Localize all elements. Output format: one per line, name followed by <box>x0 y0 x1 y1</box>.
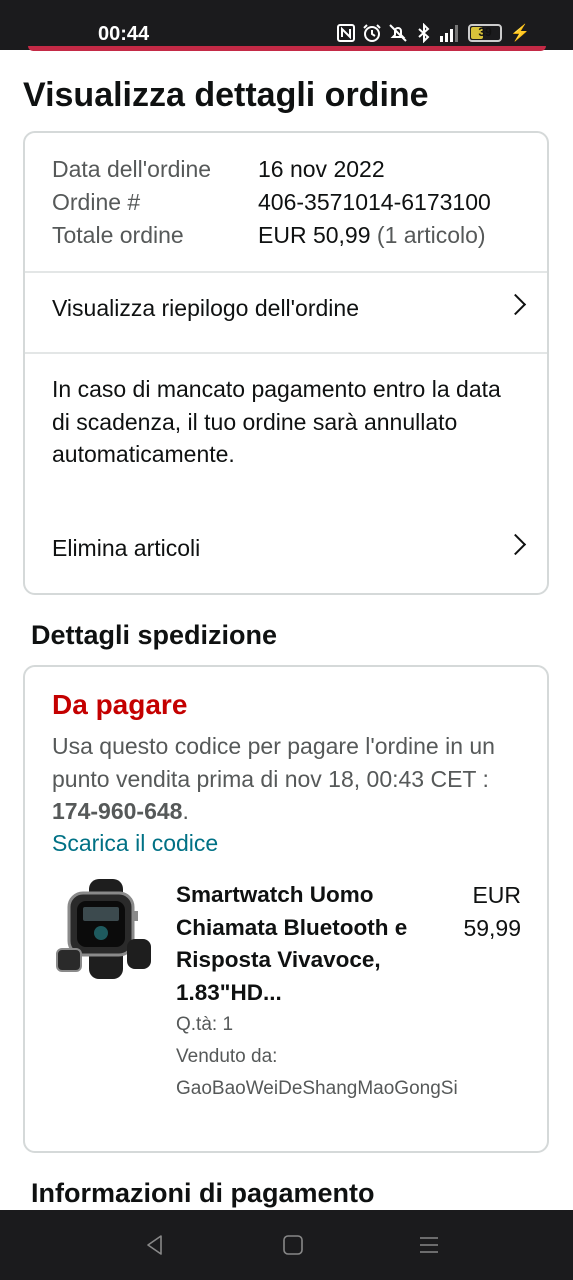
status-icons: 39 ⚡ <box>336 22 530 44</box>
order-total-row: Totale ordine EUR 50,99 (1 articolo) <box>52 219 491 252</box>
order-total-label: Totale ordine <box>52 222 184 248</box>
cancellation-notice: In caso di mancato pagamento entro la da… <box>52 376 501 467</box>
product-seller: GaoBaoWeiDeShangMaoGongSi <box>176 1078 458 1099</box>
page-title: Visualizza dettagli ordine <box>23 76 429 114</box>
chevron-right-icon <box>504 533 527 556</box>
nfc-icon <box>337 24 355 42</box>
chevron-right-icon <box>504 293 527 316</box>
battery-percent: 39 <box>478 25 492 39</box>
product-price: EUR 59,99 <box>463 879 521 944</box>
order-summary-label: Visualizza riepilogo dell'ordine <box>52 295 359 321</box>
system-navigation-bar <box>0 1210 573 1280</box>
product-price-currency: EUR <box>472 882 521 908</box>
alarm-icon <box>363 24 381 42</box>
status-time: 00:44 <box>98 23 150 45</box>
shipping-card: Da pagare Usa questo codice per pagare l… <box>23 665 549 1153</box>
order-total-amount: EUR 50,99 <box>258 222 371 248</box>
status-bar: 00:44 39 ⚡ <box>0 0 573 50</box>
order-number-value: 406-3571014-6173100 <box>258 189 491 215</box>
delete-items-link[interactable]: Elimina articoli <box>25 513 547 583</box>
product-sold-by-label: Venduto da: <box>176 1046 278 1067</box>
order-number-label: Ordine # <box>52 189 141 215</box>
product-quantity: Q.tà: 1 <box>176 1014 234 1035</box>
order-info: Data dell'ordine 16 nov 2022 Ordine # 40… <box>52 153 491 252</box>
payment-instructions-text: Usa questo codice per pagare l'ordine in… <box>52 733 495 792</box>
order-total-items: (1 articolo) <box>376 222 486 248</box>
product-price-value: 59,99 <box>463 914 521 941</box>
payment-code: 174-960-648 <box>52 798 183 824</box>
order-details-card: Data dell'ordine 16 nov 2022 Ordine # 40… <box>23 131 549 595</box>
product-image[interactable] <box>53 877 153 981</box>
shipping-section-title: Dettagli spedizione <box>31 620 278 650</box>
delete-items-label: Elimina articoli <box>52 535 201 561</box>
back-icon[interactable] <box>144 1234 166 1256</box>
mute-icon <box>389 24 407 42</box>
home-icon[interactable] <box>282 1234 304 1256</box>
battery-icon: 39 <box>468 24 502 42</box>
payment-section-title: Informazioni di pagamento <box>31 1178 375 1208</box>
order-date-value: 16 nov 2022 <box>258 156 385 182</box>
order-number-row: Ordine # 406-3571014-6173100 <box>52 186 491 219</box>
payment-code-suffix: . <box>182 798 189 824</box>
payment-status: Da pagare <box>52 689 188 720</box>
download-code-link[interactable]: Scarica il codice <box>52 827 218 859</box>
menu-icon[interactable] <box>418 1234 440 1256</box>
bluetooth-icon <box>418 23 430 43</box>
charging-icon: ⚡ <box>510 25 530 42</box>
order-date-row: Data dell'ordine 16 nov 2022 <box>52 153 491 186</box>
order-total-value: EUR 50,99 (1 articolo) <box>258 219 486 252</box>
product-title[interactable]: Smartwatch Uomo Chiamata Bluetooth e Ris… <box>176 879 416 1009</box>
4g-signal-icon <box>440 24 458 42</box>
order-date-label: Data dell'ordine <box>52 156 212 182</box>
order-summary-link[interactable]: Visualizza riepilogo dell'ordine <box>25 273 547 343</box>
payment-instructions: Usa questo codice per pagare l'ordine in… <box>52 730 532 828</box>
header-accent-strip <box>28 46 546 51</box>
divider <box>25 352 547 354</box>
